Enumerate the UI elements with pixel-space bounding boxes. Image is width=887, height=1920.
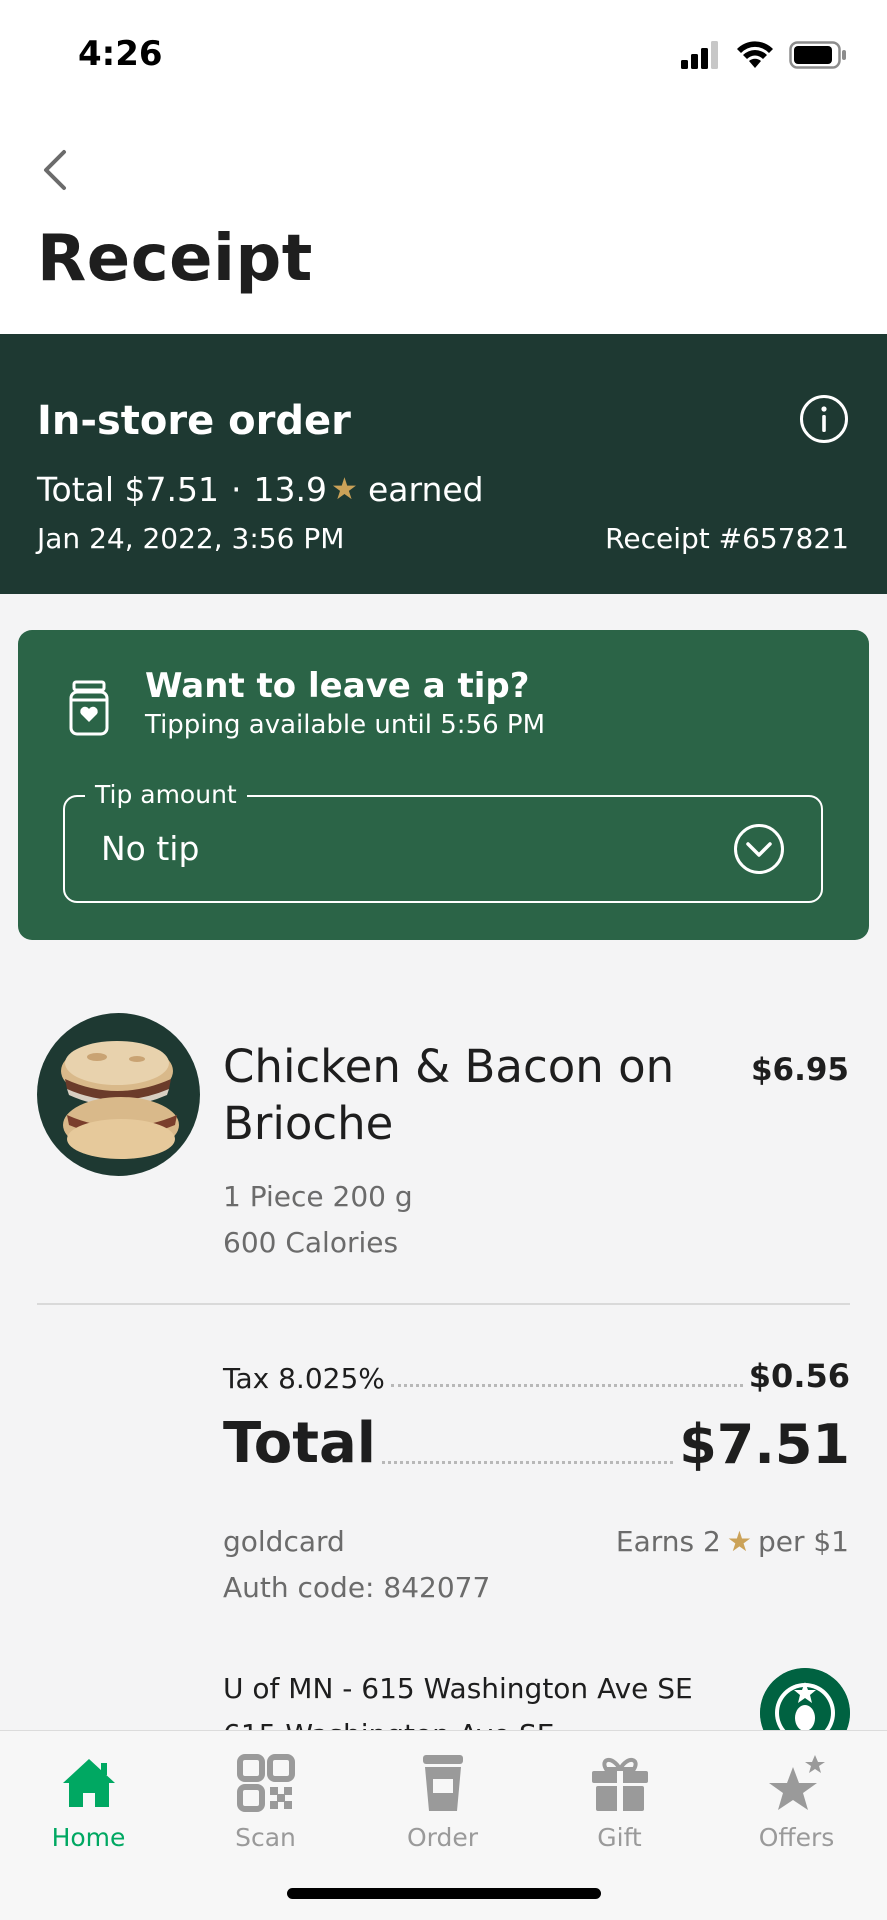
item-name: Chicken & Bacon on Brioche <box>223 1040 675 1150</box>
receipt-number: Receipt #657821 <box>605 522 849 555</box>
order-type: In-store order <box>37 398 351 444</box>
nav-order[interactable]: Order <box>354 1741 531 1871</box>
order-summary: Total $7.51 · 13.9 ★ earned <box>37 470 484 509</box>
item-quantity: 1 Piece 200 g <box>223 1180 413 1213</box>
qr-code-icon <box>236 1754 295 1812</box>
star-icon: ★ <box>726 1525 752 1558</box>
nav-scan-label: Scan <box>235 1823 296 1852</box>
cellular-signal-icon <box>681 41 718 69</box>
dot-leader <box>390 1384 743 1387</box>
total-label: Total <box>223 1411 376 1476</box>
status-bar: 4:26 <box>0 0 887 110</box>
order-date: Jan 24, 2022, 3:56 PM <box>37 522 345 555</box>
tip-amount-value: No tip <box>101 829 200 868</box>
tip-card: Want to leave a tip? Tipping available u… <box>18 630 869 940</box>
divider <box>37 1303 850 1305</box>
earn-rate-suffix: per $1 <box>757 1525 849 1558</box>
chevron-left-icon <box>44 150 66 190</box>
earn-rate-prefix: Earns 2 <box>615 1525 721 1558</box>
auth-code: Auth code: 842077 <box>223 1571 491 1604</box>
status-time: 4:26 <box>78 34 163 74</box>
tip-amount-select[interactable]: Tip amount No tip <box>63 780 823 903</box>
nav-offers-label: Offers <box>758 1823 835 1852</box>
nav-gift[interactable]: Gift <box>531 1741 708 1871</box>
star-icon <box>768 1755 825 1810</box>
earn-rate: Earns 2 ★ per $1 <box>616 1525 849 1558</box>
earned-label: earned <box>367 470 484 509</box>
item-calories: 600 Calories <box>223 1226 399 1259</box>
info-button[interactable] <box>799 394 849 444</box>
payment-method: goldcard <box>223 1525 345 1558</box>
tip-amount-label: Tip amount <box>85 780 247 809</box>
total-row: Total $7.51 <box>223 1410 850 1476</box>
total-value: $7.51 <box>679 1413 850 1476</box>
order-total: Total $7.51 <box>37 470 220 509</box>
tax-value: $0.56 <box>748 1357 850 1395</box>
item-image <box>37 1013 200 1176</box>
home-icon <box>62 1759 115 1807</box>
nav-home[interactable]: Home <box>0 1741 177 1871</box>
separator: · <box>231 470 242 509</box>
home-indicator <box>287 1888 601 1899</box>
tip-jar-icon <box>69 680 109 736</box>
tax-row: Tax 8.025% $0.56 <box>223 1355 850 1395</box>
info-icon <box>800 395 848 443</box>
back-button[interactable] <box>36 144 76 196</box>
nav-offers[interactable]: Offers <box>708 1741 885 1871</box>
nav-scan[interactable]: Scan <box>177 1741 354 1871</box>
nav-order-label: Order <box>406 1823 479 1852</box>
tax-label: Tax 8.025% <box>223 1362 385 1395</box>
header: Receipt <box>0 110 887 334</box>
stars-earned: 13.9 <box>253 470 328 509</box>
tip-title: Want to leave a tip? <box>145 666 530 706</box>
wifi-icon <box>737 41 773 68</box>
sandwich-image <box>61 1041 179 1159</box>
nav-gift-label: Gift <box>597 1823 642 1852</box>
star-icon: ★ <box>331 472 358 507</box>
status-icons <box>681 40 847 70</box>
gift-icon <box>591 1758 648 1811</box>
store-name: U of MN - 615 Washington Ave SE <box>223 1672 693 1705</box>
dot-leader <box>382 1461 674 1464</box>
order-banner: In-store order Total $7.51 · 13.9 ★ earn… <box>0 334 887 594</box>
cup-icon <box>422 1755 463 1811</box>
page-title: Receipt <box>37 222 313 296</box>
chevron-down-icon <box>734 824 784 874</box>
tip-subtitle: Tipping available until 5:56 PM <box>145 710 546 740</box>
nav-home-label: Home <box>51 1823 126 1852</box>
battery-icon <box>789 41 846 69</box>
item-price: $6.95 <box>750 1052 849 1088</box>
